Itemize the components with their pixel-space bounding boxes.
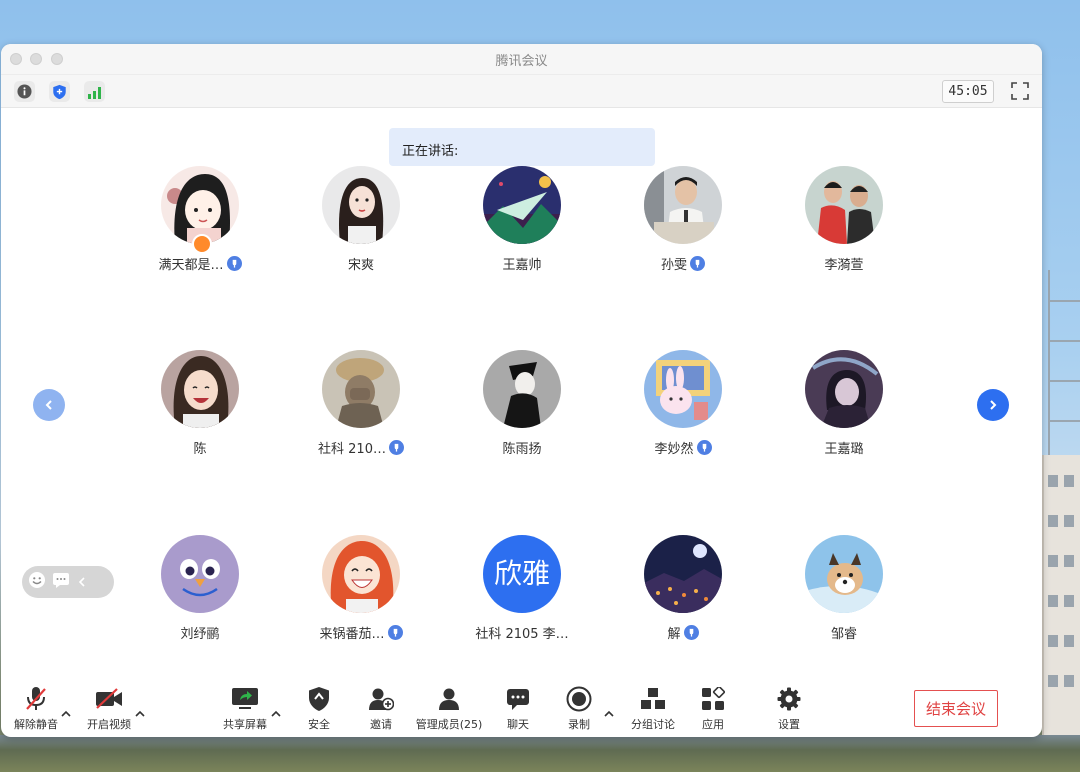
settings-label: 设置 xyxy=(778,718,800,731)
participant-name: 社科 210… xyxy=(318,442,386,457)
participant-tile[interactable]: 欣雅 社科 2105 李… xyxy=(447,535,597,645)
gear-icon xyxy=(749,684,829,714)
participant-name: 孙雯 xyxy=(660,258,687,273)
collapse-chevron-icon[interactable] xyxy=(76,573,88,592)
participant-name: 满天都是… xyxy=(158,258,224,273)
info-icon[interactable] xyxy=(14,81,35,102)
participant-name: 刘纾鹂 xyxy=(180,627,220,642)
window-title: 腾讯会议 xyxy=(495,54,548,69)
avatar xyxy=(805,166,883,244)
participant-tile[interactable]: 李妙然 xyxy=(608,350,758,460)
scenery-tower xyxy=(1048,270,1080,460)
verified-badge-icon xyxy=(683,625,699,640)
meeting-info-bar: 45:05 xyxy=(1,74,1042,108)
meeting-window: 腾讯会议 45:05 正在讲话: 满天都是… 宋爽 王嘉帅 孙雯 李漪萱 陈 社… xyxy=(1,44,1042,737)
participant-name: 王嘉帅 xyxy=(502,258,542,273)
participant-tile[interactable]: 解 xyxy=(608,535,758,645)
host-badge xyxy=(192,234,212,254)
participant-name: 李漪萱 xyxy=(824,258,864,273)
signal-strength-icon[interactable] xyxy=(84,81,105,102)
scenery-ground xyxy=(0,735,1080,772)
avatar xyxy=(644,350,722,428)
participant-tile[interactable]: 满天都是… xyxy=(125,166,275,276)
settings-button[interactable]: 设置 xyxy=(749,684,829,732)
members-icon xyxy=(409,684,489,714)
fullscreen-icon[interactable] xyxy=(1011,82,1029,100)
participant-name: 社科 2105 李… xyxy=(475,627,569,642)
participant-tile[interactable]: 王嘉璐 xyxy=(769,350,919,460)
avatar xyxy=(805,535,883,613)
participant-name: 李妙然 xyxy=(654,442,694,457)
end-meeting-button[interactable]: 结束会议 xyxy=(914,690,998,727)
emoji-reaction-icon[interactable] xyxy=(28,571,46,593)
apps-button[interactable]: 应用 xyxy=(673,684,753,732)
verified-badge-icon xyxy=(387,625,403,640)
floating-reaction-bar xyxy=(22,566,114,598)
avatar xyxy=(483,350,561,428)
avatar xyxy=(805,350,883,428)
scenery-building xyxy=(1042,455,1080,745)
video-options-chevron-up-icon[interactable] xyxy=(135,704,145,717)
participant-name: 来锅番茄… xyxy=(319,627,385,642)
avatar xyxy=(644,535,722,613)
apps-label: 应用 xyxy=(702,718,724,731)
participant-name: 陈雨扬 xyxy=(502,442,542,457)
verified-badge-icon xyxy=(226,256,242,271)
avatar xyxy=(322,535,400,613)
participant-name: 宋爽 xyxy=(347,258,374,273)
apps-grid-icon xyxy=(673,684,753,714)
participant-name: 陈 xyxy=(193,442,207,457)
participant-name: 解 xyxy=(667,627,681,642)
verified-badge-icon xyxy=(388,440,404,455)
participant-tile[interactable]: 李漪萱 xyxy=(769,166,919,276)
manage-members-label: 管理成员(25) xyxy=(415,718,483,731)
title-bar: 腾讯会议 xyxy=(1,44,1042,74)
avatar: 欣雅 xyxy=(483,535,561,613)
avatar xyxy=(483,166,561,244)
security-shield-icon[interactable] xyxy=(49,81,70,102)
participant-tile[interactable]: 宋爽 xyxy=(286,166,436,276)
avatar xyxy=(644,166,722,244)
participant-name: 王嘉璐 xyxy=(824,442,864,457)
avatar-initials: 欣雅 xyxy=(493,557,550,590)
participant-tile[interactable]: 来锅番茄… xyxy=(286,535,436,645)
previous-page-button[interactable] xyxy=(33,389,65,421)
next-page-button[interactable] xyxy=(977,389,1009,421)
verified-badge-icon xyxy=(690,256,705,271)
participant-tile[interactable]: 陈雨扬 xyxy=(447,350,597,460)
participant-tile[interactable]: 刘纾鹂 xyxy=(125,535,275,645)
speaking-indicator: 正在讲话: xyxy=(389,128,655,166)
avatar xyxy=(161,166,239,244)
participant-tile[interactable]: 王嘉帅 xyxy=(447,166,597,276)
participant-tile[interactable]: 孙雯 xyxy=(608,166,758,276)
meeting-timer: 45:05 xyxy=(942,80,994,103)
participant-name: 邹睿 xyxy=(830,627,857,642)
avatar xyxy=(322,166,400,244)
chat-bubble-icon[interactable] xyxy=(52,571,70,593)
participant-tile[interactable]: 社科 210… xyxy=(286,350,436,460)
participant-tile[interactable]: 陈 xyxy=(125,350,275,460)
participant-tile[interactable]: 邹睿 xyxy=(769,535,919,645)
avatar xyxy=(322,350,400,428)
verified-badge-icon xyxy=(696,440,712,455)
avatar xyxy=(161,350,239,428)
avatar xyxy=(161,535,239,613)
manage-members-button[interactable]: 管理成员(25) xyxy=(409,684,489,732)
